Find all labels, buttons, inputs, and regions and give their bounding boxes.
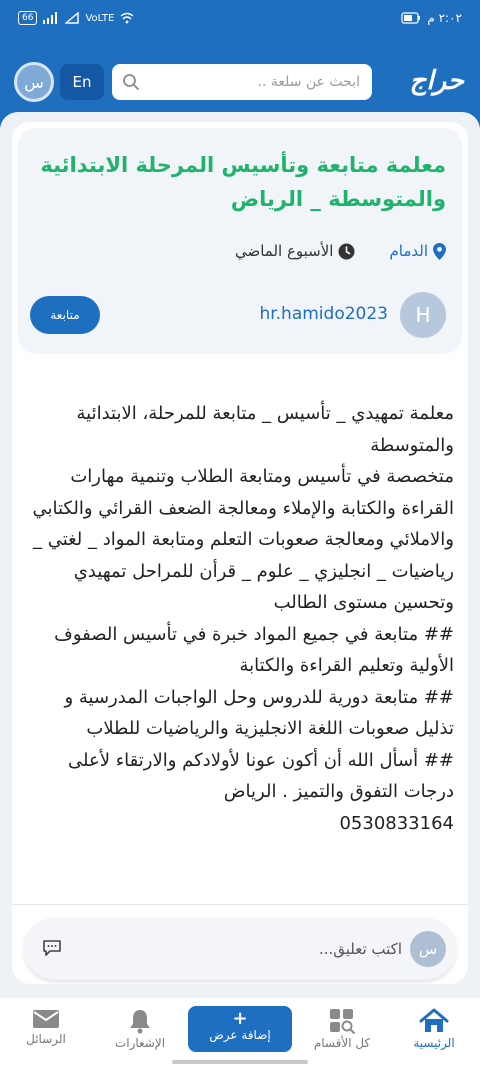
- haraj-logo[interactable]: حراج: [410, 66, 464, 96]
- status-right: ٢:٠٢ م: [401, 11, 462, 25]
- clock-icon: [338, 243, 355, 259]
- ad-location[interactable]: الدمام: [389, 242, 446, 260]
- app-header: س En حراج: [0, 38, 480, 122]
- nav-categories[interactable]: كل الأقسام: [296, 1004, 388, 1060]
- ad-description: معلمة تمهيدي _ تأسيس _ متابعة للمرحلة، ا…: [32, 403, 455, 834]
- follow-button[interactable]: متابعة: [30, 296, 100, 334]
- bottom-navigation: الرئيسية كل الأقسام + إضافة عرض الإشعارا…: [0, 998, 480, 1066]
- location-pin-icon: [433, 242, 446, 260]
- status-bar: 66 VoLTE ٢:٠٢ م: [0, 0, 480, 38]
- profile-avatar-initial: س: [24, 72, 44, 92]
- battery-level-icon: [401, 12, 421, 24]
- status-time: ٢:٠٢ م: [427, 11, 462, 25]
- comment-bar: س: [24, 918, 456, 980]
- home-icon: [419, 1008, 449, 1032]
- search-bar[interactable]: [112, 64, 372, 100]
- comment-input[interactable]: [82, 931, 402, 967]
- envelope-icon: [33, 1010, 59, 1028]
- categories-icon: [330, 1009, 355, 1034]
- nav-notifications-label: الإشعارات: [114, 1036, 166, 1050]
- ad-time-label: الأسبوع الماضي: [234, 242, 334, 260]
- add-offer-button[interactable]: + إضافة عرض: [188, 1006, 292, 1052]
- nav-home-label: الرئيسية: [413, 1036, 455, 1050]
- nav-notifications[interactable]: الإشعارات: [94, 1004, 186, 1060]
- search-input[interactable]: [150, 64, 360, 100]
- divider: [12, 904, 468, 905]
- ad-user-row: H hr.hamido2023 متابعة: [18, 290, 462, 338]
- chat-bubble-icon[interactable]: [42, 938, 62, 958]
- bell-icon: [130, 1010, 150, 1034]
- ad-title: معلمة متابعة وتأسيس المرحلة الابتدائية و…: [40, 153, 446, 211]
- nav-messages[interactable]: الرسائل: [0, 1004, 92, 1060]
- ad-time: الأسبوع الماضي: [235, 242, 356, 260]
- language-toggle-button[interactable]: En: [60, 64, 104, 100]
- add-offer-label: إضافة عرض: [209, 1028, 271, 1042]
- volte-label: VoLTE: [85, 12, 115, 24]
- ad-card: معلمة متابعة وتأسيس المرحلة الابتدائية و…: [12, 122, 468, 984]
- comment-avatar: س: [410, 931, 446, 967]
- signal-icon: [43, 12, 58, 24]
- nav-home[interactable]: الرئيسية: [388, 1004, 480, 1060]
- wifi-icon: [120, 12, 134, 24]
- content-area: معلمة متابعة وتأسيس المرحلة الابتدائية و…: [0, 112, 480, 998]
- nav-categories-label: كل الأقسام: [313, 1036, 371, 1050]
- ad-header: معلمة متابعة وتأسيس المرحلة الابتدائية و…: [18, 128, 462, 354]
- nav-messages-label: الرسائل: [26, 1032, 66, 1046]
- search-icon[interactable]: [122, 73, 140, 91]
- profile-avatar[interactable]: س: [14, 62, 54, 102]
- battery-icon: 66: [18, 11, 38, 25]
- user-avatar[interactable]: H: [400, 292, 446, 338]
- status-left-icons: 66 VoLTE: [18, 11, 134, 25]
- plus-icon: +: [232, 1008, 248, 1029]
- ad-meta: الدمام الأسبوع الماضي: [235, 242, 446, 260]
- home-indicator: [172, 1060, 308, 1064]
- ad-location-label: الدمام: [389, 242, 428, 260]
- signal-triangle-icon: [65, 12, 80, 24]
- username-link[interactable]: hr.hamido2023: [259, 304, 388, 324]
